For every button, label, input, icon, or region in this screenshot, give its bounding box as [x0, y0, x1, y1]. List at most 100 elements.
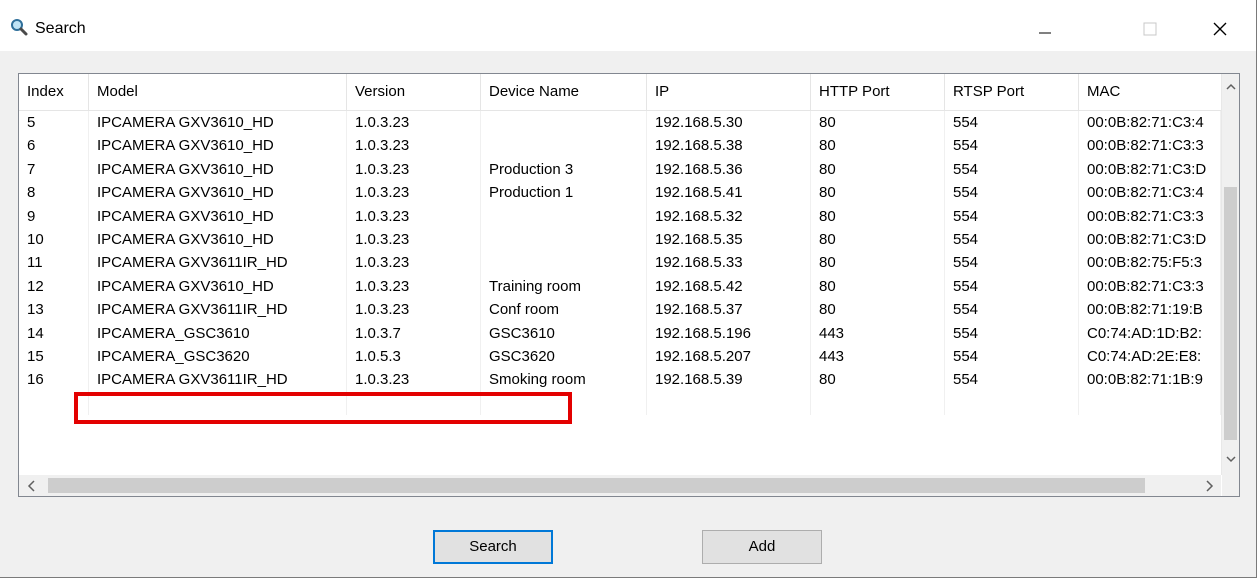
table-row[interactable]: 7 IPCAMERA GXV3610_HD 1.0.3.23 Productio…: [19, 157, 1221, 182]
scroll-up-button[interactable]: [1222, 82, 1239, 96]
empty-cell: [481, 391, 647, 416]
cell-device-name: [481, 111, 647, 135]
cell-ip: 192.168.5.36: [647, 157, 811, 182]
list-header: Index Model Version Device Name IP HTTP …: [19, 74, 1221, 111]
cell-device-name: Smoking room: [481, 368, 647, 392]
cell-rtsp-port: 554: [945, 274, 1079, 299]
cell-ip: 192.168.5.30: [647, 111, 811, 135]
table-row[interactable]: 12 IPCAMERA GXV3610_HD 1.0.3.23 Training…: [19, 274, 1221, 299]
column-header-index[interactable]: Index: [19, 74, 89, 110]
cell-model: IPCAMERA_GSC3610: [89, 321, 347, 345]
cell-rtsp-port: 554: [945, 111, 1079, 135]
cell-model: IPCAMERA GXV3610_HD: [89, 274, 347, 299]
table-row[interactable]: 9 IPCAMERA GXV3610_HD 1.0.3.23 192.168.5…: [19, 204, 1221, 228]
cell-model: IPCAMERA GXV3610_HD: [89, 111, 347, 135]
table-row-highlighted[interactable]: 15 IPCAMERA_GSC3620 1.0.5.3 GSC3620 192.…: [19, 344, 1221, 369]
cell-rtsp-port: 554: [945, 157, 1079, 182]
maximize-button[interactable]: [1130, 14, 1170, 44]
scroll-down-button[interactable]: [1222, 454, 1239, 468]
cell-ip: 192.168.5.38: [647, 134, 811, 158]
column-header-model[interactable]: Model: [89, 74, 347, 110]
cell-mac: 00:0B:82:71:C3:D: [1079, 227, 1221, 252]
table-row[interactable]: 13 IPCAMERA GXV3611IR_HD 1.0.3.23 Conf r…: [19, 298, 1221, 322]
list-rows: 5 IPCAMERA GXV3610_HD 1.0.3.23 192.168.5…: [19, 111, 1221, 416]
cell-version: 1.0.3.23: [347, 227, 481, 252]
cell-index: 13: [19, 298, 89, 322]
vertical-scrollbar[interactable]: [1221, 74, 1239, 475]
table-row[interactable]: 5 IPCAMERA GXV3610_HD 1.0.3.23 192.168.5…: [19, 111, 1221, 135]
cell-model: IPCAMERA GXV3610_HD: [89, 181, 347, 205]
add-button[interactable]: Add: [702, 530, 822, 564]
cell-rtsp-port: 554: [945, 298, 1079, 322]
cell-index: 8: [19, 181, 89, 205]
cell-rtsp-port: 554: [945, 251, 1079, 275]
cell-mac: 00:0B:82:71:C3:4: [1079, 111, 1221, 135]
scrollbar-corner: [1222, 475, 1239, 496]
chevron-right-icon[interactable]: [1202, 479, 1216, 493]
column-header-http-port[interactable]: HTTP Port: [811, 74, 945, 110]
title-bar: Search: [0, 0, 1256, 51]
cell-device-name: [481, 227, 647, 252]
cell-http-port: 443: [811, 344, 945, 369]
cell-rtsp-port: 554: [945, 227, 1079, 252]
cell-mac: 00:0B:82:71:C3:3: [1079, 204, 1221, 228]
cell-http-port: 80: [811, 111, 945, 135]
horizontal-scroll-thumb[interactable]: [48, 478, 1145, 493]
cell-ip: 192.168.5.32: [647, 204, 811, 228]
cell-index: 7: [19, 157, 89, 182]
cell-mac: 00:0B:82:71:1B:9: [1079, 368, 1221, 392]
table-row[interactable]: 14 IPCAMERA_GSC3610 1.0.3.7 GSC3610 192.…: [19, 321, 1221, 345]
cell-rtsp-port: 554: [945, 344, 1079, 369]
cell-http-port: 80: [811, 368, 945, 392]
cell-http-port: 443: [811, 321, 945, 345]
empty-row: [19, 391, 1221, 416]
cell-index: 5: [19, 111, 89, 135]
table-row[interactable]: 16 IPCAMERA GXV3611IR_HD 1.0.3.23 Smokin…: [19, 368, 1221, 392]
table-row[interactable]: 8 IPCAMERA GXV3610_HD 1.0.3.23 Productio…: [19, 181, 1221, 205]
maximize-icon: [1143, 22, 1157, 36]
column-header-mac[interactable]: MAC: [1079, 74, 1221, 110]
minimize-icon: [1039, 32, 1051, 34]
column-header-ip[interactable]: IP: [647, 74, 811, 110]
cell-mac: 00:0B:82:71:C3:3: [1079, 134, 1221, 158]
cell-index: 16: [19, 368, 89, 392]
cell-mac: 00:0B:82:75:F5:3: [1079, 251, 1221, 275]
cell-ip: 192.168.5.207: [647, 344, 811, 369]
cell-device-name: [481, 251, 647, 275]
cell-model: IPCAMERA GXV3610_HD: [89, 204, 347, 228]
device-list[interactable]: Index Model Version Device Name IP HTTP …: [18, 73, 1240, 497]
cell-model: IPCAMERA GXV3611IR_HD: [89, 368, 347, 392]
cell-device-name: Conf room: [481, 298, 647, 322]
cell-mac: 00:0B:82:71:C3:D: [1079, 157, 1221, 182]
cell-device-name: [481, 204, 647, 228]
cell-http-port: 80: [811, 204, 945, 228]
cell-ip: 192.168.5.196: [647, 321, 811, 345]
chevron-down-icon: [1225, 456, 1236, 463]
search-button[interactable]: Search: [433, 530, 553, 564]
empty-cell: [945, 391, 1079, 416]
cell-model: IPCAMERA GXV3611IR_HD: [89, 298, 347, 322]
cell-rtsp-port: 554: [945, 321, 1079, 345]
vertical-scroll-thumb[interactable]: [1224, 187, 1237, 440]
minimize-button[interactable]: [1025, 14, 1065, 44]
empty-cell: [811, 391, 945, 416]
empty-cell: [89, 391, 347, 416]
table-row[interactable]: 10 IPCAMERA GXV3610_HD 1.0.3.23 192.168.…: [19, 227, 1221, 252]
cell-http-port: 80: [811, 251, 945, 275]
chevron-left-icon[interactable]: [25, 479, 39, 493]
cell-ip: 192.168.5.33: [647, 251, 811, 275]
horizontal-scrollbar[interactable]: [19, 475, 1221, 496]
column-header-version[interactable]: Version: [347, 74, 481, 110]
cell-model: IPCAMERA GXV3610_HD: [89, 134, 347, 158]
cell-device-name: Production 3: [481, 157, 647, 182]
cell-http-port: 80: [811, 227, 945, 252]
cell-http-port: 80: [811, 274, 945, 299]
close-button[interactable]: [1200, 14, 1240, 44]
cell-version: 1.0.5.3: [347, 344, 481, 369]
cell-http-port: 80: [811, 298, 945, 322]
cell-ip: 192.168.5.42: [647, 274, 811, 299]
column-header-rtsp-port[interactable]: RTSP Port: [945, 74, 1079, 110]
table-row[interactable]: 6 IPCAMERA GXV3610_HD 1.0.3.23 192.168.5…: [19, 134, 1221, 158]
column-header-device-name[interactable]: Device Name: [481, 74, 647, 110]
table-row[interactable]: 11 IPCAMERA GXV3611IR_HD 1.0.3.23 192.16…: [19, 251, 1221, 275]
